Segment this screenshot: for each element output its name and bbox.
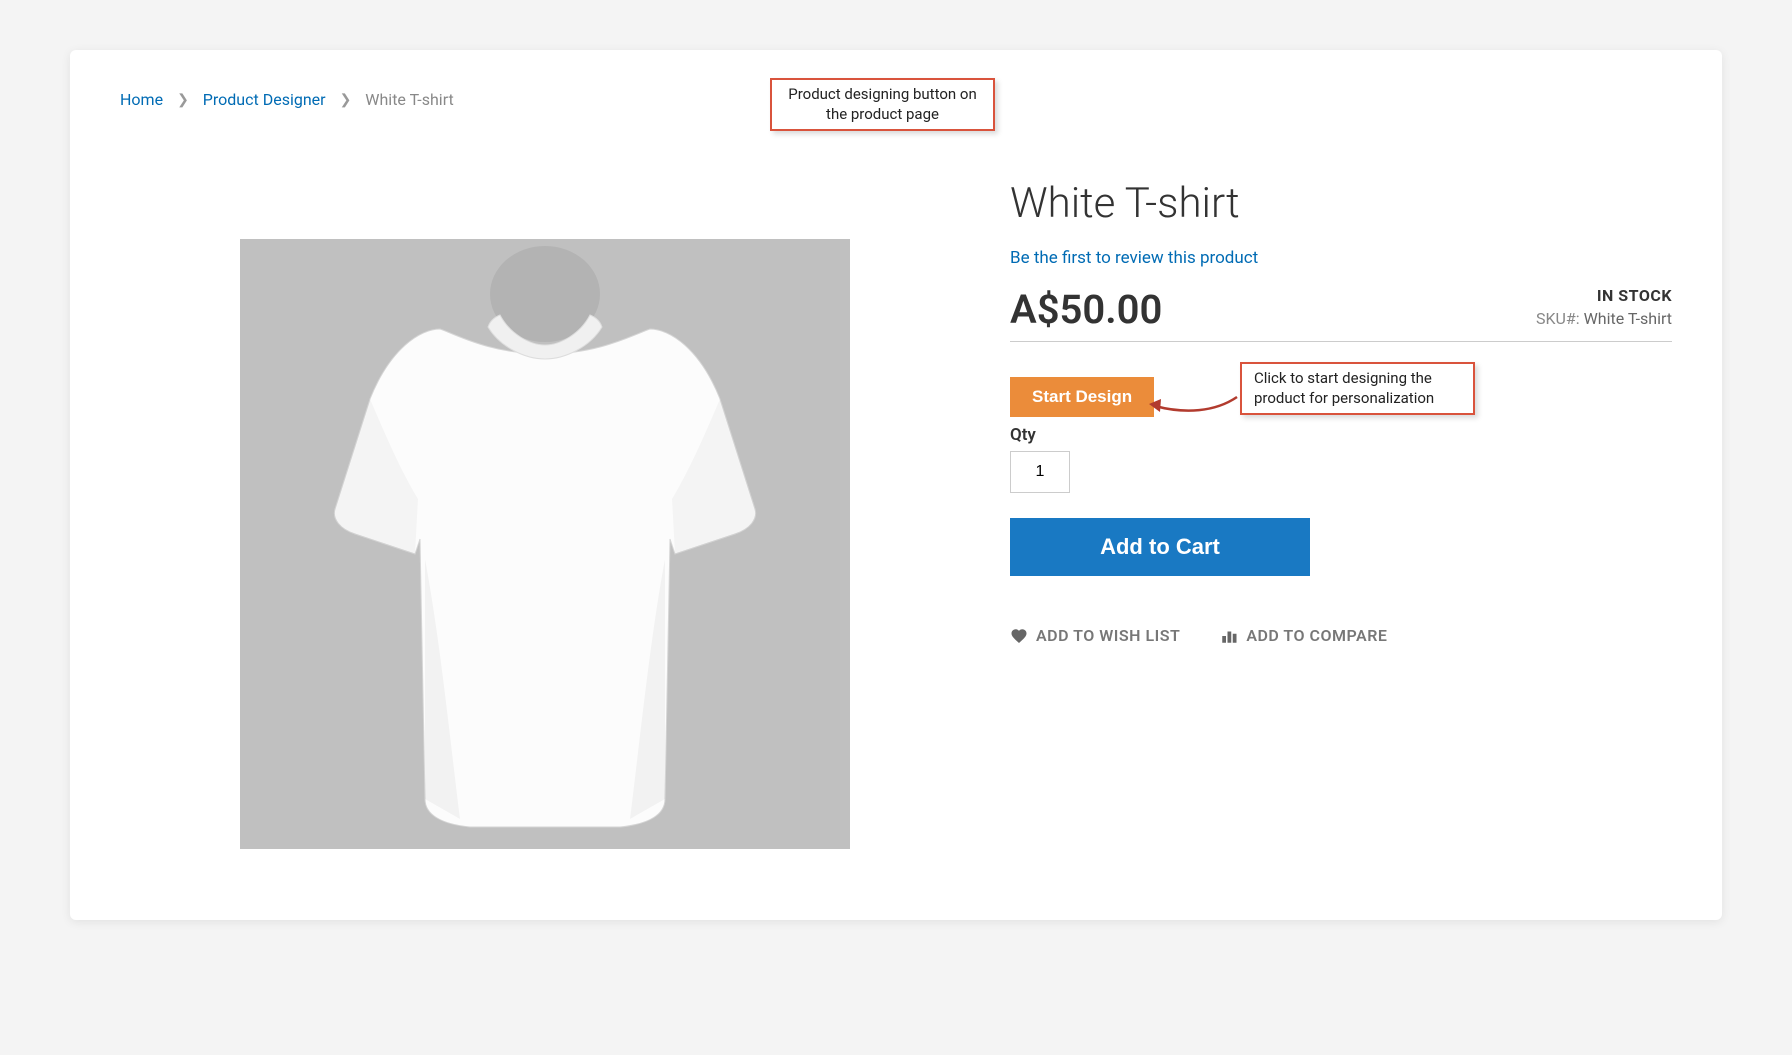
qty-label: Qty bbox=[1010, 425, 1672, 445]
annotation-callout-design: Click to start designing the product for… bbox=[1240, 362, 1475, 415]
annotation-callout-top: Product designing button on the product … bbox=[770, 78, 995, 131]
stock-status: IN STOCK bbox=[1536, 286, 1672, 305]
add-to-cart-button[interactable]: Add to Cart bbox=[1010, 518, 1310, 576]
compare-label: ADD TO COMPARE bbox=[1246, 626, 1387, 645]
add-to-compare-link[interactable]: ADD TO COMPARE bbox=[1220, 626, 1387, 645]
design-row: Start Design Click to start designing th… bbox=[1010, 377, 1672, 417]
product-content: White T-shirt Be the first to review thi… bbox=[120, 119, 1672, 849]
sku-value: White T-shirt bbox=[1584, 309, 1672, 328]
heart-icon bbox=[1010, 627, 1028, 645]
bar-chart-icon bbox=[1220, 627, 1238, 645]
start-design-button[interactable]: Start Design bbox=[1010, 377, 1154, 417]
review-link[interactable]: Be the first to review this product bbox=[1010, 248, 1258, 268]
wishlist-label: ADD TO WISH LIST bbox=[1036, 626, 1180, 645]
tshirt-image bbox=[240, 239, 850, 849]
product-image-column bbox=[120, 119, 970, 849]
stock-info: IN STOCK SKU#: White T-shirt bbox=[1536, 286, 1672, 328]
breadcrumb-category[interactable]: Product Designer bbox=[203, 90, 326, 109]
chevron-right-icon: ❯ bbox=[177, 92, 189, 108]
product-sku: SKU#: White T-shirt bbox=[1536, 309, 1672, 328]
product-image[interactable] bbox=[240, 239, 850, 849]
price-row: A$50.00 IN STOCK SKU#: White T-shirt bbox=[1010, 286, 1672, 333]
qty-input[interactable] bbox=[1010, 451, 1070, 493]
sku-label: SKU#: bbox=[1536, 309, 1580, 328]
product-info-column: White T-shirt Be the first to review thi… bbox=[1010, 119, 1672, 849]
breadcrumb-current: White T-shirt bbox=[365, 90, 453, 109]
product-price: A$50.00 bbox=[1010, 286, 1162, 333]
chevron-right-icon: ❯ bbox=[340, 92, 352, 108]
divider bbox=[1010, 341, 1672, 342]
arrow-annotation-icon bbox=[1145, 392, 1240, 417]
add-to-wishlist-link[interactable]: ADD TO WISH LIST bbox=[1010, 626, 1180, 645]
product-page-card: Home ❯ Product Designer ❯ White T-shirt … bbox=[70, 50, 1722, 920]
breadcrumb-home[interactable]: Home bbox=[120, 90, 163, 109]
secondary-actions: ADD TO WISH LIST ADD TO COMPARE bbox=[1010, 626, 1672, 645]
product-title: White T-shirt bbox=[1010, 179, 1672, 228]
